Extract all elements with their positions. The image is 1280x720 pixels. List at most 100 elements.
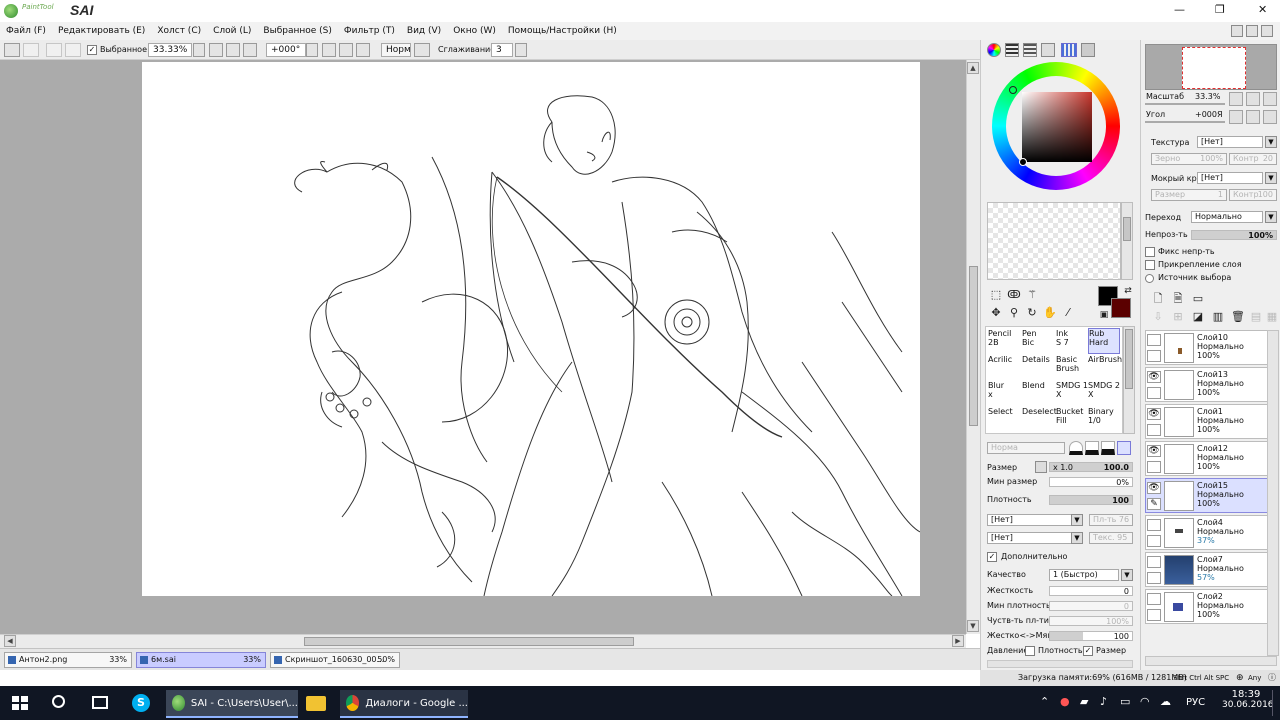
swatches-tab[interactable] [1061,43,1077,57]
clip-layer-checkbox[interactable] [1145,260,1155,270]
smoothing-field[interactable]: 3 [491,43,513,57]
brush-texture-dropdown[interactable]: ▼ [1071,514,1083,526]
tool-bucket-fill[interactable]: Bucket Fill [1056,407,1088,433]
menu-filter[interactable]: Фильтр (T) [344,26,395,36]
nav-zoom-in-button[interactable] [1246,92,1260,106]
zoom-icon[interactable]: ⚲ [1007,306,1021,320]
rect-select-icon[interactable]: ⬚ [989,288,1003,302]
tool-eraser[interactable]: Rub Hard [1088,328,1120,354]
visibility-toggle[interactable] [1147,519,1161,531]
menu-edit[interactable]: Редактировать (E) [58,26,145,36]
layer-row[interactable]: 👁 Слой13 Нормально 100% [1145,367,1277,402]
brush-texture-strength[interactable]: Пл-ть 76 [1089,514,1133,526]
wet-contrast-field[interactable]: Контр 100 [1229,189,1277,201]
quality-select[interactable]: 1 (Быстро) [1049,569,1119,581]
size-multiplier-button[interactable] [1035,461,1047,473]
tray-app-icon[interactable]: ● [1060,695,1070,708]
layer-opacity-slider[interactable]: 100% [1191,230,1277,240]
scratchpad-tab[interactable] [1081,43,1095,57]
tool-blend[interactable]: Blend [1022,381,1054,407]
apply-mask-icon[interactable]: ▤ [1249,310,1263,324]
brush-shape-square-icon[interactable] [1117,441,1131,455]
layer-list-hscrollbar[interactable] [1145,656,1277,666]
new-linework-layer-icon[interactable]: 🗎 [1171,292,1185,306]
density-slider[interactable]: 100 [1049,495,1133,505]
zoom-out-button[interactable] [209,43,223,57]
new-layer-icon[interactable]: 🗋 [1151,292,1165,306]
menu-help[interactable]: Помощь/Настройки (H) [508,26,617,36]
nav-rotate-reset-button[interactable] [1263,110,1277,124]
scroll-right-arrow-icon[interactable]: ▶ [952,635,964,647]
magic-wand-icon[interactable]: ⚚ [1025,288,1039,302]
pressure-density-checkbox[interactable] [1025,646,1035,656]
brush-shape-selector[interactable] [1069,441,1133,455]
color-picker-marker[interactable] [1019,158,1027,166]
hsv-slider-tab[interactable] [1023,43,1037,57]
paper-texture-dropdown[interactable]: ▼ [1071,532,1083,544]
menu-canvas[interactable]: Холст (C) [157,26,201,36]
nav-zoom-out-button[interactable] [1229,92,1243,106]
color-wheel-tab[interactable] [987,43,1001,57]
nav-angle-slider[interactable] [1145,121,1225,123]
eyedropper-icon[interactable]: ⁄ [1061,306,1075,320]
layer-lock-toggle[interactable] [1147,350,1161,362]
lasso-icon[interactable]: ↂ [1007,288,1021,302]
flip-view-button[interactable] [414,43,430,57]
tool-airbrush[interactable]: AirBrush [1088,355,1122,381]
layer-row-selected[interactable]: 👁 ✎ Слой15 Нормально 100% [1145,478,1277,513]
brush-shape-flat-icon[interactable] [1101,441,1115,455]
network-icon[interactable]: ▰ [1080,695,1088,708]
cloud-icon[interactable]: ☁ [1160,695,1171,708]
layer-row[interactable]: Слой2 Нормально 100% [1145,589,1277,624]
clear-layer-icon[interactable]: ◪ [1191,310,1205,324]
visibility-eye-icon[interactable]: 👁 [1147,482,1161,494]
canvas-vertical-scrollbar[interactable]: ▲ ▼ [966,60,980,634]
tool-grid-scroll-thumb[interactable] [1125,329,1133,389]
nav-scale-slider[interactable] [1145,103,1225,105]
layer-list-scrollbar[interactable] [1267,330,1279,656]
hand-icon[interactable]: ✋ [1043,306,1057,320]
selection-visible-checkbox[interactable]: ✓ [87,45,97,55]
skype-icon[interactable]: S [132,694,150,712]
scroll-up-arrow-icon[interactable]: ▲ [967,62,979,74]
tool-pen[interactable]: Pen Bic [1022,329,1054,355]
rotate-reset-button[interactable] [356,43,370,57]
brush-shape-round-icon[interactable] [1069,441,1083,455]
tool-smdg2[interactable]: SMDG 2 X [1088,381,1120,407]
file-explorer-icon[interactable] [306,696,326,711]
layer-lock-toggle[interactable] [1147,387,1161,399]
minimize-button[interactable]: — [1174,3,1185,16]
texture-dropdown[interactable]: ▼ [1265,136,1277,148]
undo-button[interactable] [4,43,20,57]
zoom-reset-button[interactable] [243,43,257,57]
visibility-toggle[interactable] [1147,593,1161,605]
tool-select[interactable]: Select [988,407,1020,433]
brush-active-icon[interactable]: ✎ [1147,498,1161,510]
layer-row[interactable]: 👁 Слой12 Нормально 100% [1145,441,1277,476]
tool-details[interactable]: Details [1022,355,1054,381]
layer-row[interactable]: Слой7 Нормально 57% [1145,552,1277,587]
notifications-icon[interactable] [1272,690,1278,716]
blend-mode-select[interactable]: Нормально [1191,211,1263,223]
contrast-field[interactable]: Контр 20 [1229,153,1277,165]
search-icon[interactable] [52,695,65,708]
wifi-icon[interactable]: ◠ [1140,695,1150,708]
visibility-toggle[interactable] [1147,334,1161,346]
tool-blur[interactable]: Blur x [988,381,1020,407]
navigator-preview[interactable] [1145,44,1277,90]
file-tab[interactable]: Антон2.png 33% [4,652,132,668]
scratchpad-scrollbar[interactable] [1121,202,1133,280]
task-view-icon[interactable] [92,696,108,709]
selection-source-radio[interactable] [1145,274,1154,283]
zoom-dropdown-button[interactable] [193,43,205,57]
sensitivity-slider[interactable]: 100% [1049,616,1133,626]
close-button[interactable]: ✕ [1258,3,1267,16]
normal-view-button[interactable]: Норм [381,43,411,57]
menu-window[interactable]: Окно (W) [453,26,496,36]
preserve-opacity-checkbox[interactable] [1145,247,1155,257]
blend-mode-dropdown[interactable]: ▼ [1265,211,1277,223]
scroll-left-arrow-icon[interactable]: ◀ [4,635,16,647]
file-tab[interactable]: Скриншот_160630_00... 50% [270,652,400,668]
clock[interactable]: 18:39 30.06.2016 [1222,689,1274,710]
min-density-slider[interactable]: 0 [1049,601,1133,611]
